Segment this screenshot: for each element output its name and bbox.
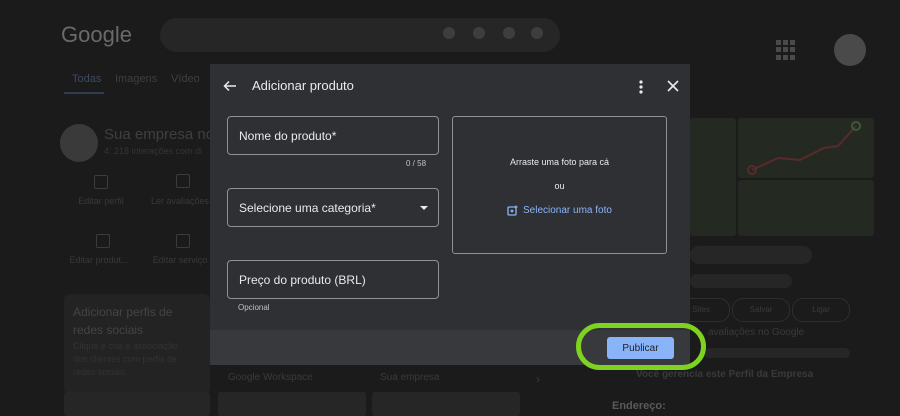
apps-grid-icon [776, 40, 796, 60]
tab-todas: Todas [72, 73, 102, 85]
business-avatar [60, 124, 98, 162]
workspace-label: Google Workspace [228, 372, 313, 383]
placeholder-bar [690, 246, 812, 264]
close-icon[interactable] [666, 79, 680, 93]
list-icon [176, 234, 190, 248]
managed-text: Você gerencia este Perfil da Empresa [636, 369, 814, 380]
back-arrow-icon[interactable] [222, 78, 238, 94]
bag-icon [96, 234, 110, 248]
mic-icon [473, 27, 485, 39]
reviews-text: avaliações no Google [708, 327, 805, 338]
select-photo-link[interactable]: Selecionar uma foto [523, 205, 612, 216]
tab-imagens: Imagens [115, 73, 158, 85]
action-edit-products: Editar produt... [69, 255, 129, 265]
action-edit-profile: Editar perfil [78, 196, 124, 206]
dropdown-arrow-icon [420, 206, 428, 210]
or-text: ou [554, 181, 565, 191]
thumb-2 [218, 392, 366, 416]
address-label: Endereço: [612, 400, 666, 412]
business-sub: 4: 218 interações com di [104, 146, 203, 156]
placeholder-bar [704, 348, 850, 358]
business-name: Sua empresa no [104, 126, 215, 143]
price-helper-text: Opcional [238, 303, 270, 312]
add-photo-icon [507, 205, 518, 216]
placeholder-bar [690, 274, 792, 288]
tab-underline [64, 92, 104, 94]
more-vert-icon[interactable] [634, 78, 648, 96]
drag-photo-text: Arraste uma foto para cá [509, 157, 610, 167]
tab-video: Vídeo [171, 73, 200, 85]
product-name-label: Nome do produto* [239, 129, 337, 143]
thumb-1 [64, 392, 210, 416]
social-card-body: Clique e crie e associação dos clientes … [73, 341, 179, 377]
google-logo: Google [61, 22, 132, 47]
thumb-3 [372, 392, 520, 416]
action-read-reviews: Ler avaliações [150, 196, 210, 206]
social-card-title: Adicionar perfis de redes sociais [73, 305, 173, 337]
lens-icon [503, 27, 515, 39]
call-button: Ligar [792, 298, 850, 322]
publish-highlight-ring [576, 323, 706, 370]
carousel-next-icon: › [536, 372, 540, 386]
search-bar [160, 18, 560, 52]
price-field[interactable]: Preço do produto (BRL) [227, 260, 439, 299]
save-button: Salvar [732, 298, 790, 322]
street-photo [738, 180, 874, 236]
map-route [738, 118, 874, 178]
map-panel [690, 118, 736, 236]
category-select[interactable]: Selecione uma categoria* [227, 188, 439, 227]
keyboard-icon [443, 27, 455, 39]
dialog-title: Adicionar produto [252, 78, 354, 93]
add-product-dialog: Adicionar produto Nome do produto* 0 / 5… [210, 64, 690, 365]
product-name-field[interactable]: Nome do produto* [227, 116, 439, 155]
category-label: Selecione uma categoria* [239, 201, 376, 215]
reviews-icon [176, 174, 190, 188]
price-label: Preço do produto (BRL) [239, 273, 366, 287]
account-avatar [834, 34, 866, 66]
storefront-icon [94, 175, 108, 189]
search-icon [531, 27, 543, 39]
your-business-label: Sua empresa [380, 372, 440, 383]
photo-dropzone[interactable]: Arraste uma foto para cá ou Selecionar u… [452, 116, 667, 254]
character-counter: 0 / 58 [406, 159, 427, 168]
action-edit-services: Editar serviço [152, 255, 208, 265]
